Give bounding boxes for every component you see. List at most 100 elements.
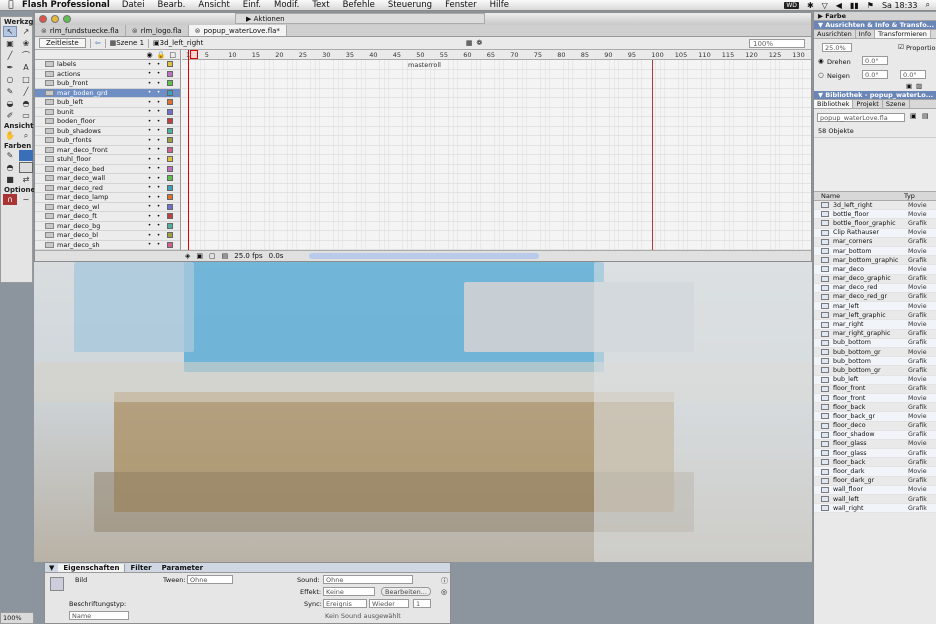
menu-modifizieren[interactable]: Modif. [274,0,299,10]
pin-library-icon[interactable]: ▣ [910,112,917,120]
lock-toggle[interactable]: • [154,146,163,153]
lock-toggle[interactable]: • [154,165,163,172]
edit-multiple-icon[interactable]: ▤ [222,252,229,260]
fill-swatch[interactable] [19,162,33,173]
menu-ansicht[interactable]: Ansicht [198,0,229,10]
battery-icon[interactable]: ▮▮ [850,1,859,10]
visibility-toggle[interactable]: • [145,213,154,220]
timeline-toggle-button[interactable]: Zeitleiste [39,38,86,48]
visibility-toggle[interactable]: • [145,108,154,115]
frame-area[interactable]: 1510152025303540455055606570758085909510… [182,50,811,261]
close-tab-icon[interactable]: ⊗ [41,27,47,35]
lock-toggle[interactable]: • [154,194,163,201]
lock-toggle[interactable]: • [154,80,163,87]
text-tool-icon[interactable]: A [19,62,33,73]
rotate-radio[interactable]: ◉ [818,57,824,65]
menu-befehle[interactable]: Befehle [343,0,375,10]
layer-row[interactable]: mar_deco_bed • • [35,165,180,174]
menu-hilfe[interactable]: Hilfe [490,0,509,10]
breadcrumb-symbol[interactable]: 3d_left_right [160,39,204,47]
rectangle-tool-icon[interactable]: □ [19,74,33,85]
align-panel-header[interactable]: ▼ Ausrichten & Info & Transfo... [814,21,936,30]
menu-bearbeiten[interactable]: Bearb. [158,0,186,10]
lock-toggle[interactable]: • [154,127,163,134]
library-item[interactable]: mar_right Movie [814,320,936,330]
outline-color-swatch[interactable] [167,213,173,220]
lock-toggle[interactable]: • [154,184,163,191]
reset-transform-icon[interactable]: ▨ [916,82,922,90]
layer-row[interactable]: stuhl_floor • • [35,155,180,165]
library-panel-header[interactable]: ▼ Bibliothek - popup_waterLo... [814,91,936,100]
repeat-count-input[interactable]: 1 [413,599,431,608]
layer-row[interactable]: bunit • • [35,108,180,117]
spotlight-icon[interactable]: ⌕ [926,0,930,10]
frame-grid[interactable] [182,60,811,250]
panel-collapse-icon[interactable]: ▼ [45,564,58,572]
layer-row[interactable]: bub_left • • [35,98,180,108]
width-percent-input[interactable]: 25.0% [822,43,852,52]
library-item[interactable]: floor_front Grafik [814,385,936,394]
tab-popup-waterlove[interactable]: ⊗ popup_waterLove.fla* [188,25,287,36]
layer-row[interactable]: labels • • [35,60,180,70]
visibility-toggle[interactable]: • [145,127,154,134]
menu-text[interactable]: Text [312,0,329,10]
library-item[interactable]: bub_left Movie [814,375,936,385]
lock-toggle[interactable]: • [154,241,163,248]
layer-row[interactable]: mar_deco_wl • • [35,203,180,212]
breadcrumb-scene[interactable]: Szene 1 [116,39,144,47]
hand-tool-icon[interactable]: ✋ [3,130,17,141]
effect-select[interactable]: Keine [323,587,375,596]
smooth-option-icon[interactable]: ∼ [19,194,33,205]
onion-skin-icon[interactable]: ▣ [196,252,203,260]
ink-bottle-icon[interactable]: ◒ [3,98,17,109]
library-item[interactable]: mar_deco Movie [814,265,936,275]
menu-datei[interactable]: Datei [122,0,145,10]
oval-tool-icon[interactable]: ○ [3,74,17,85]
library-item[interactable]: floor_deco Grafik [814,422,936,431]
library-item[interactable]: mar_bottom_graphic Grafik [814,256,936,266]
snap-magnet-icon[interactable]: ∩ [3,194,17,205]
outline-color-swatch[interactable] [167,232,173,239]
library-item[interactable]: mar_deco_red Movie [814,283,936,293]
outline-color-swatch[interactable] [167,184,173,191]
outline-color-swatch[interactable] [167,61,173,68]
tab-eigenschaften[interactable]: Eigenschaften [58,563,126,572]
layer-row[interactable]: mar_deco_ft • • [35,212,180,222]
proportions-checkbox[interactable]: ☑ [898,43,904,51]
frame-ruler[interactable]: 1510152025303540455055606570758085909510… [182,50,811,60]
sound-select[interactable]: Ohne [323,575,413,584]
outline-color-swatch[interactable] [167,108,173,115]
copy-transform-icon[interactable]: ▣ [906,82,912,90]
tab-ausrichten[interactable]: Ausrichten [814,30,856,38]
tab-transformieren[interactable]: Transformieren [875,30,931,38]
zoom-window-icon[interactable] [63,15,71,23]
library-file-select[interactable]: popup_waterLove.fla [817,113,905,122]
library-item[interactable]: mar_deco_graphic Grafik [814,275,936,284]
zoom-tool-icon[interactable]: ⌕ [19,130,33,141]
rotate-input[interactable]: 0.0° [862,56,888,65]
visibility-toggle[interactable]: • [145,232,154,239]
tab-info[interactable]: Info [856,30,876,38]
library-item[interactable]: wall_floor Movie [814,485,936,495]
outline-color-swatch[interactable] [167,70,173,77]
actions-panel-bar[interactable]: ▶ Aktionen [235,13,485,24]
lock-toggle[interactable]: • [154,222,163,229]
stroke-swatch[interactable] [19,150,33,161]
skew-h-input[interactable]: 0.0° [862,70,888,79]
volume-icon[interactable]: ◀ [836,1,842,10]
outline-color-swatch[interactable] [167,241,173,248]
outline-color-swatch[interactable] [167,175,173,182]
visibility-toggle[interactable]: • [145,99,154,106]
library-item[interactable]: floor_back Grafik [814,403,936,413]
visibility-toggle[interactable]: • [145,184,154,191]
outline-color-swatch[interactable] [167,118,173,125]
library-item[interactable]: floor_glass Movie [814,440,936,450]
library-item[interactable]: Clip Rathauser Movie [814,228,936,238]
menu-einfuegen[interactable]: Einf. [243,0,261,10]
color-panel-header[interactable]: ▶ Farbe [814,12,936,21]
library-item[interactable]: bub_bottom_gr Movie [814,348,936,358]
visibility-toggle[interactable]: • [145,241,154,248]
outline-color-swatch[interactable] [167,99,173,106]
layer-row[interactable]: mar_deco_sh • • [35,241,180,250]
visibility-toggle[interactable]: • [145,194,154,201]
